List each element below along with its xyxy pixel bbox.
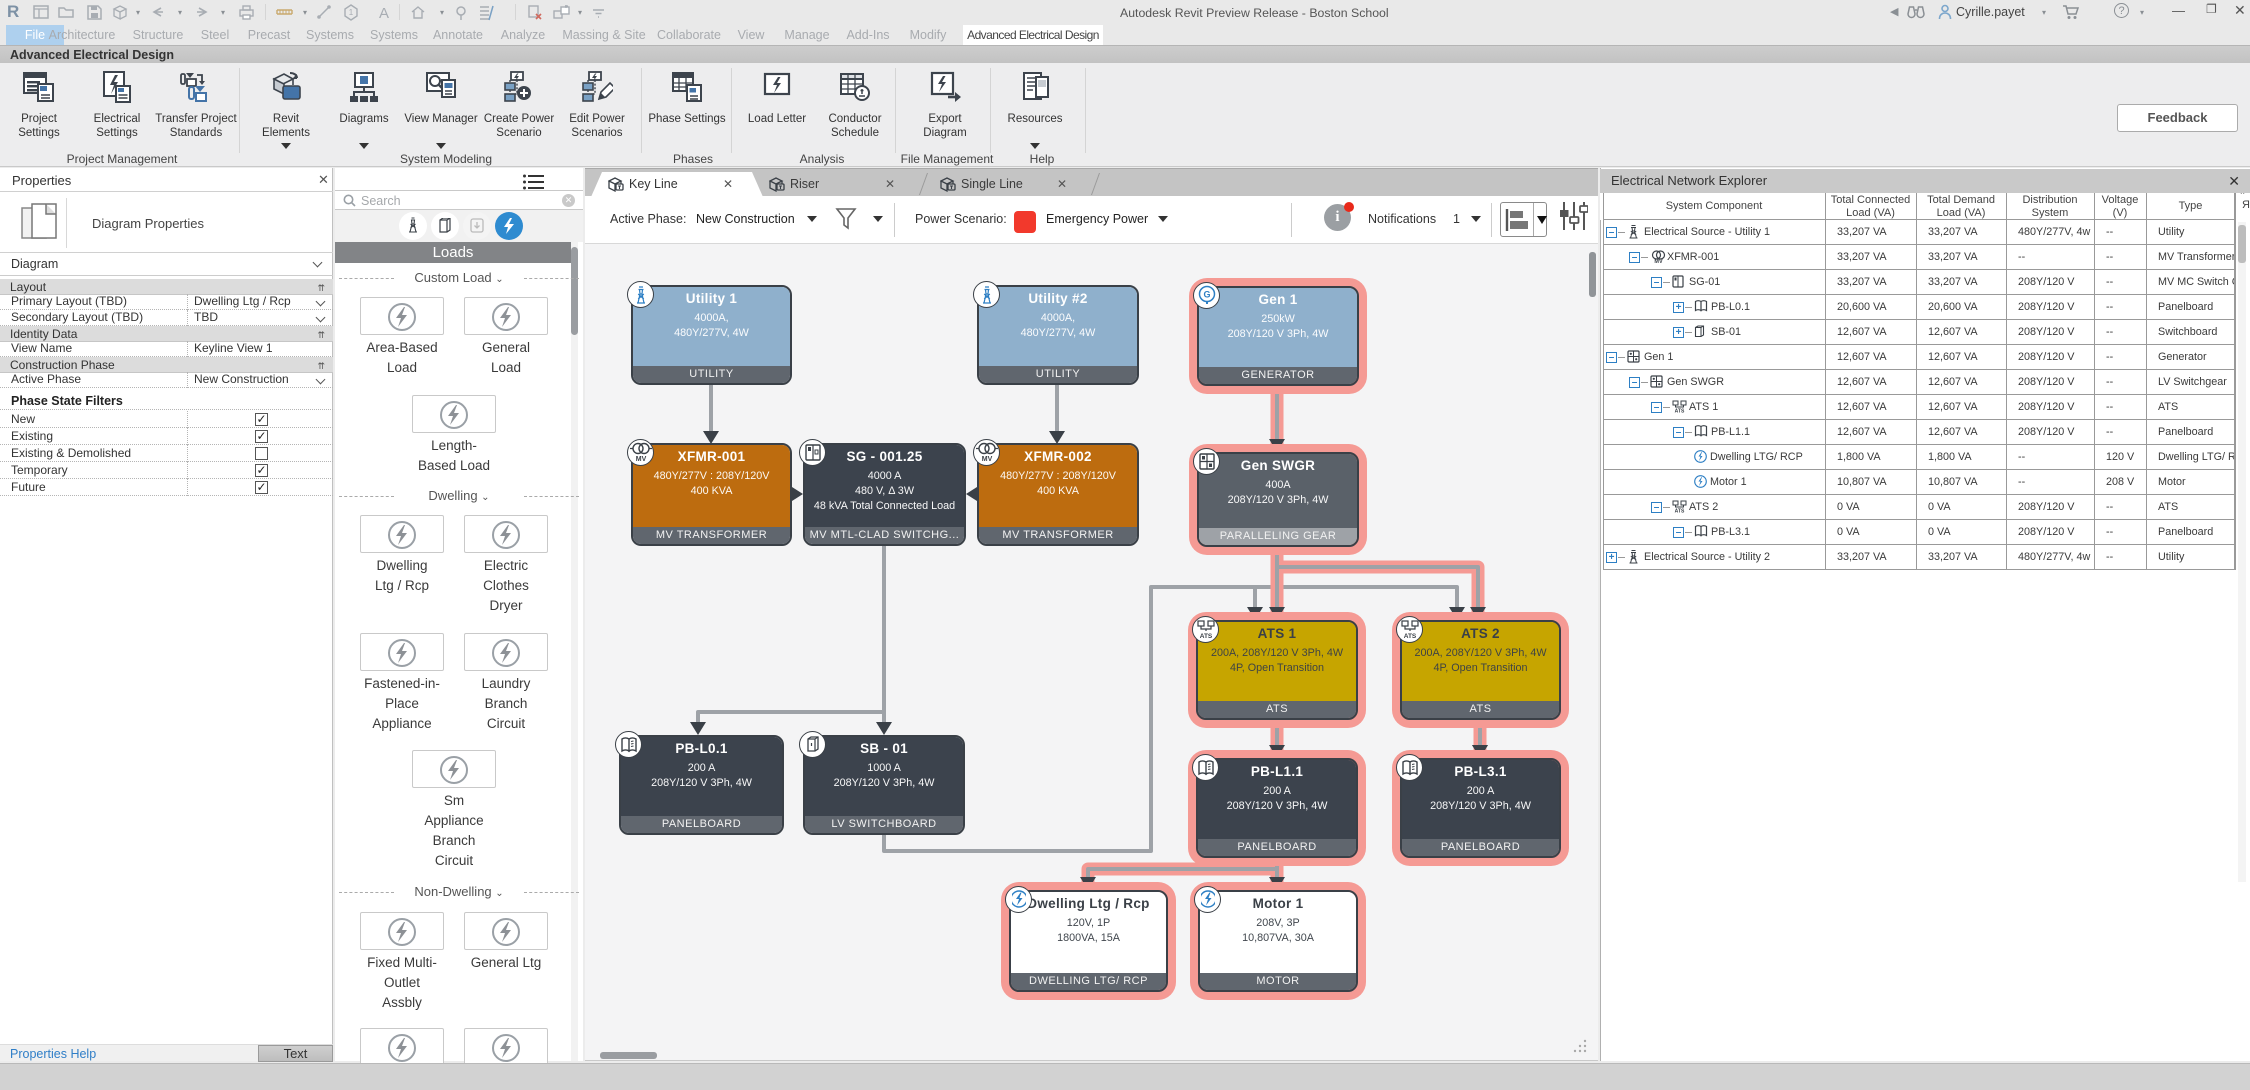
svg-text:MV: MV — [981, 456, 992, 462]
svg-text:1: 1 — [349, 8, 354, 17]
svg-text:MV: MV — [635, 456, 646, 462]
svg-text:ATS: ATS — [1403, 633, 1416, 639]
svg-text:ATS: ATS — [1675, 409, 1685, 414]
svg-text:ATS: ATS — [1675, 509, 1685, 514]
svg-text:ATS: ATS — [1199, 633, 1212, 639]
svg-text:A: A — [379, 5, 389, 21]
svg-text:MV: MV — [1654, 259, 1663, 263]
svg-text:G: G — [1203, 290, 1210, 300]
